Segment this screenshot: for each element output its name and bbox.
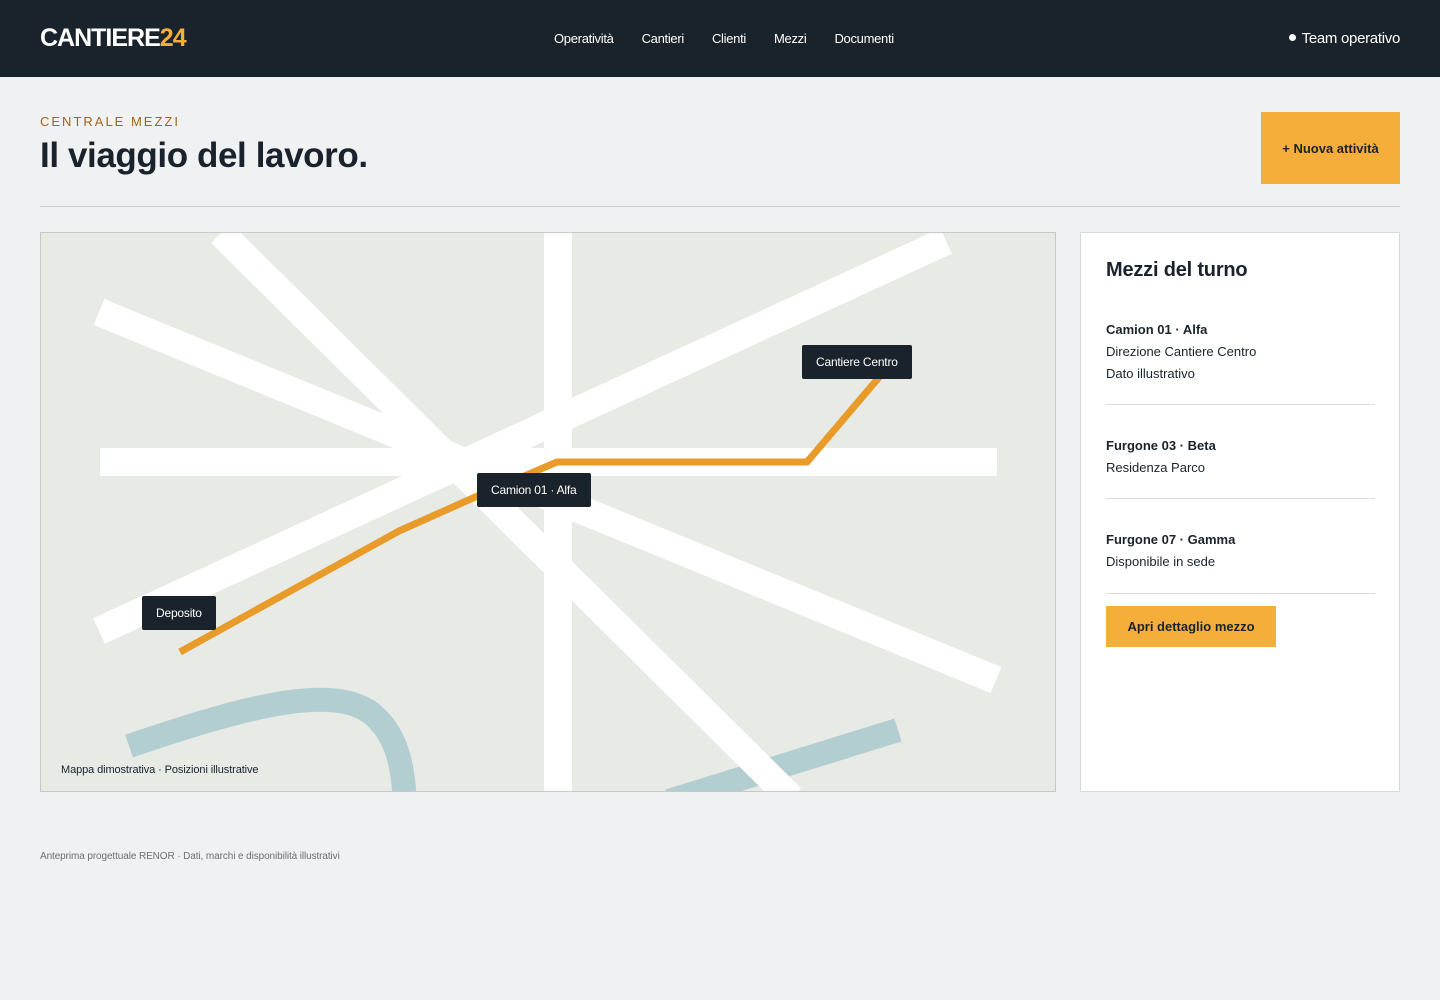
top-navbar: CANTIERE24 Operatività Cantieri Clienti … <box>0 0 1440 77</box>
nav-item-operativita[interactable]: Operatività <box>554 31 614 47</box>
nav-item-clienti[interactable]: Clienti <box>712 31 746 47</box>
status-dot-icon <box>1288 34 1296 41</box>
map-marker-cantiere-centro[interactable]: Cantiere Centro <box>802 345 912 379</box>
header-divider <box>40 206 1400 207</box>
vehicle-destination: Residenza Parco <box>1106 460 1205 475</box>
open-vehicle-detail-button[interactable]: Apri dettaglio mezzo <box>1106 606 1276 647</box>
new-activity-button[interactable]: + Nuova attività <box>1261 112 1400 184</box>
logo-accent: 24 <box>159 24 187 52</box>
vehicle-note: Dato illustrativo <box>1106 366 1195 381</box>
active-route <box>178 372 884 656</box>
footer-note: Anteprima progettuale RENOR · Dati, marc… <box>40 851 340 862</box>
team-label: Team operativo <box>1301 30 1401 47</box>
vehicles-panel: Mezzi del turno Camion 01 · Alfa Direzio… <box>1080 232 1400 792</box>
logo-text: CANTIERE <box>40 24 161 52</box>
map-marker-camion-01[interactable]: Camion 01 · Alfa <box>477 473 591 507</box>
vehicle-name: Furgone 07 · Gamma <box>1106 532 1236 547</box>
vehicle-destination: Direzione Cantiere Centro <box>1106 344 1257 359</box>
map-canvas <box>93 233 1002 791</box>
road-long-ne-sw <box>93 233 952 644</box>
panel-title: Mezzi del turno <box>1106 259 1248 281</box>
nav-item-mezzi[interactable]: Mezzi <box>774 31 807 47</box>
nav-item-cantieri[interactable]: Cantieri <box>642 31 685 47</box>
main-nav: Operatività Cantieri Clienti Mezzi Docum… <box>554 31 894 47</box>
page-title: Il viaggio del lavoro. <box>40 136 368 175</box>
nav-item-documenti[interactable]: Documenti <box>834 31 894 47</box>
map-caption: Mappa dimostrativa · Posizioni illustrat… <box>61 764 259 776</box>
vehicle-map[interactable]: Cantiere Centro Camion 01 · Alfa Deposit… <box>40 232 1056 792</box>
vehicle-item-camion-01[interactable]: Camion 01 · Alfa Direzione Cantiere Cent… <box>1106 321 1375 405</box>
vehicle-name: Furgone 03 · Beta <box>1106 438 1216 453</box>
team-status[interactable]: Team operativo <box>1288 30 1401 48</box>
brand-logo[interactable]: CANTIERE24 <box>40 24 187 52</box>
map-marker-deposito[interactable]: Deposito <box>142 596 216 630</box>
river-west <box>125 687 417 791</box>
vehicle-status: Disponibile in sede <box>1106 554 1216 569</box>
section-eyebrow: CENTRALE MEZZI <box>40 114 180 129</box>
vehicle-name: Camion 01 · Alfa <box>1106 322 1208 337</box>
vehicle-item-furgone-07[interactable]: Furgone 07 · Gamma Disponibile in sede <box>1106 531 1375 594</box>
vehicle-item-furgone-03[interactable]: Furgone 03 · Beta Residenza Parco <box>1106 437 1375 499</box>
